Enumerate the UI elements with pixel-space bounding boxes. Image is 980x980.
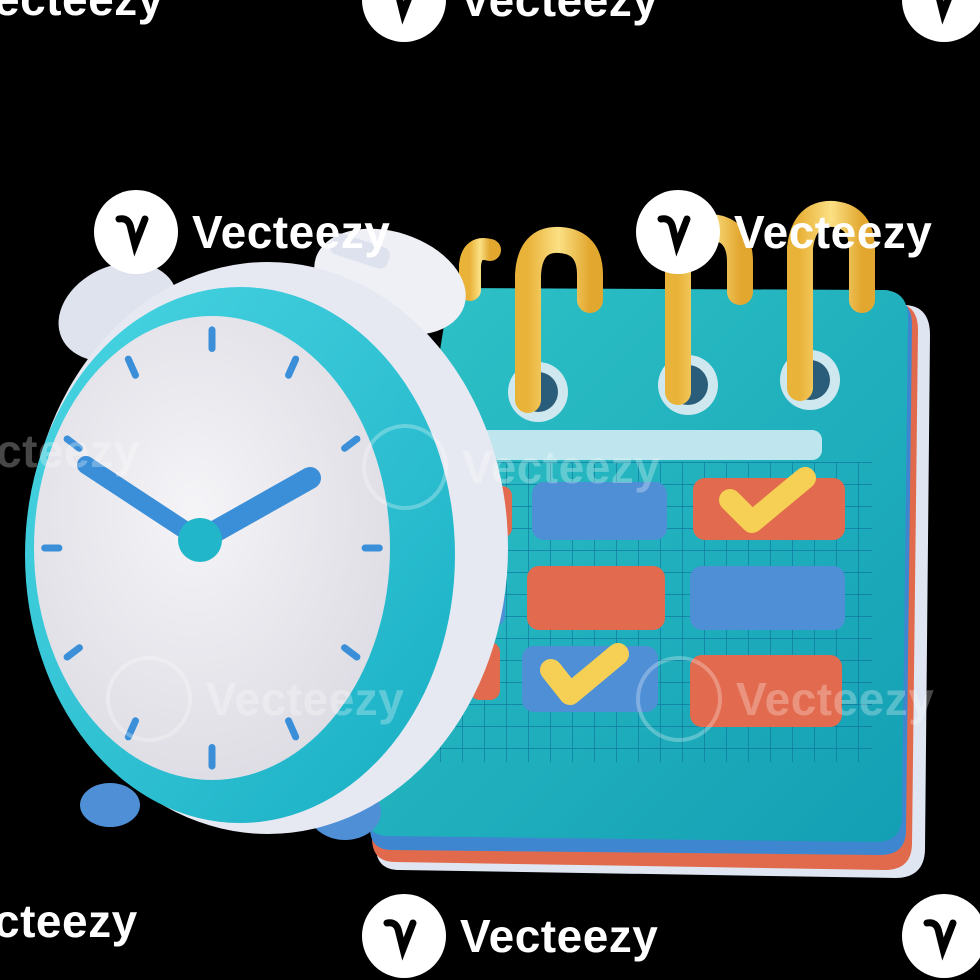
watermark-text: Vecteezy bbox=[460, 0, 659, 26]
watermark: Vecteezy bbox=[94, 190, 390, 274]
watermark-text: cteezy bbox=[0, 425, 140, 477]
watermark: cteezy bbox=[0, 894, 138, 948]
vecteezy-logo-icon bbox=[362, 894, 446, 978]
watermark bbox=[902, 894, 980, 978]
vecteezy-logo-icon bbox=[902, 894, 980, 978]
watermark-text: cteezy bbox=[0, 895, 138, 947]
watermark-text: ecteezy bbox=[0, 0, 164, 26]
watermark-text: Vecteezy bbox=[462, 441, 661, 493]
watermark-text: Vecteezy bbox=[460, 910, 659, 962]
watermark-text: Vecteezy bbox=[734, 206, 933, 258]
watermark: Vecteezy bbox=[636, 656, 934, 742]
vecteezy-logo-icon bbox=[362, 424, 448, 510]
watermark: Vecteezy bbox=[362, 424, 660, 510]
vecteezy-logo-icon bbox=[636, 190, 720, 274]
clock-foot bbox=[80, 783, 140, 827]
watermark: cteezy bbox=[0, 424, 140, 478]
watermark-text: Vecteezy bbox=[192, 206, 391, 258]
watermark: Vecteezy bbox=[362, 0, 658, 42]
watermark: Vecteezy bbox=[362, 894, 658, 978]
watermark bbox=[902, 0, 980, 42]
watermark: Vecteezy bbox=[636, 190, 932, 274]
vecteezy-logo-icon bbox=[902, 0, 980, 42]
watermark-text: Vecteezy bbox=[736, 673, 935, 725]
event-block-blue bbox=[690, 566, 845, 630]
vecteezy-logo-icon bbox=[106, 656, 192, 742]
vecteezy-logo-icon bbox=[636, 656, 722, 742]
binder-ring bbox=[459, 238, 501, 301]
watermark-text: Vecteezy bbox=[206, 673, 405, 725]
watermark: Vecteezy bbox=[106, 656, 404, 742]
event-block-red bbox=[527, 566, 665, 630]
watermark: ecteezy bbox=[0, 0, 164, 26]
vecteezy-logo-icon bbox=[362, 0, 446, 42]
clock-center-pin bbox=[178, 518, 222, 562]
alarm-clock-icon bbox=[25, 228, 508, 840]
vecteezy-logo-icon bbox=[94, 190, 178, 274]
